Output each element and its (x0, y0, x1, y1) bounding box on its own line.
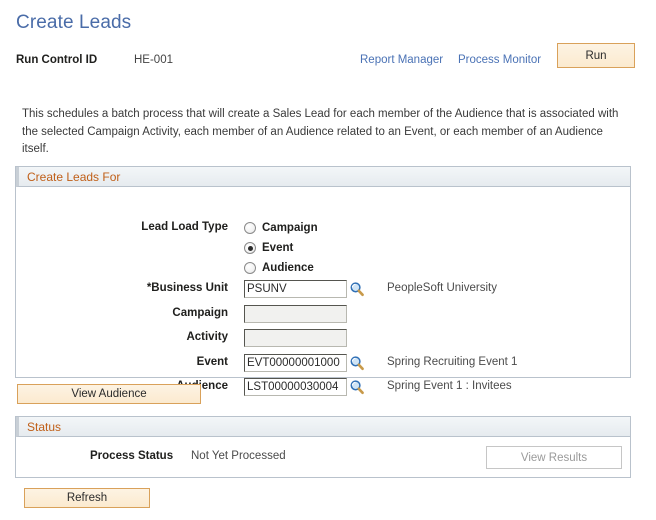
field-label-business-unit: *Business Unit (146, 282, 228, 294)
create-leads-for-body: Lead Load Type Campaign Event Audience *Busi… (16, 187, 630, 396)
status-header: Status (16, 417, 630, 437)
page-title: Create Leads (16, 12, 132, 33)
status-header-label: Status (27, 419, 62, 434)
radio-event-label: Event (262, 242, 294, 254)
field-label-event: Event (196, 355, 228, 368)
input-campaign (244, 304, 347, 323)
create-leads-for-panel: Create Leads For Lead Load Type Campaign E… (15, 166, 631, 396)
input-event[interactable] (244, 353, 347, 372)
field-row-activity: Activity (16, 329, 630, 349)
create-leads-for-header-label: Create Leads For (27, 169, 121, 184)
lookup-icon-business-unit[interactable] (349, 281, 365, 297)
radio-campaign-label: Campaign (262, 222, 318, 234)
refresh-button[interactable]: Refresh (24, 488, 150, 508)
field-label-campaign: Campaign (172, 306, 228, 319)
field-label-wrap-campaign: Campaign (16, 305, 228, 325)
lookup-icon-audience[interactable] (349, 379, 365, 395)
radio-option-campaign[interactable]: Campaign (244, 219, 318, 237)
field-label-wrap-activity: Activity (16, 329, 228, 349)
run-control-row: Run Control ID HE-001 Report Manager Pro… (16, 52, 640, 72)
input-audience[interactable] (244, 378, 347, 396)
field-label-wrap-event: Event (16, 354, 228, 374)
radio-audience-label: Audience (262, 262, 314, 274)
intro-text: This schedules a batch process that will… (22, 108, 619, 155)
process-status-label: Process Status (90, 450, 174, 462)
process-monitor-link[interactable]: Process Monitor (458, 54, 541, 66)
radio-event-indicator[interactable] (244, 242, 256, 254)
field-label-wrap-business-unit: *Business Unit (16, 280, 228, 300)
lookup-icon-event[interactable] (349, 355, 365, 371)
run-control-id-value: HE-001 (134, 54, 173, 66)
create-leads-page: Create Leads Run Control ID HE-001 Repor… (0, 0, 656, 520)
field-description-event: Spring Recruiting Event 1 (387, 355, 518, 368)
input-activity (244, 329, 347, 347)
view-results-button[interactable]: View Results (486, 446, 622, 469)
run-control-id-label: Run Control ID (16, 54, 98, 66)
field-label-activity: Activity (186, 331, 228, 343)
field-row-event: Event Spring Recruiting Event 1 (16, 353, 630, 374)
field-row-business-unit: *Business Unit PeopleSoft University (16, 280, 630, 300)
lead-load-type-label: Lead Load Type (141, 221, 228, 233)
lead-load-type-label-wrap: Lead Load Type (16, 219, 228, 239)
field-description-audience: Spring Event 1 : Invitees (387, 380, 512, 392)
report-manager-link[interactable]: Report Manager (360, 54, 443, 66)
field-description-business-unit: PeopleSoft University (387, 282, 497, 294)
field-row-campaign: Campaign (16, 304, 630, 325)
run-button[interactable]: Run (557, 43, 635, 68)
radio-audience-indicator[interactable] (244, 262, 256, 274)
create-leads-for-header: Create Leads For (16, 167, 630, 187)
input-business-unit[interactable] (244, 280, 347, 298)
radio-option-audience[interactable]: Audience (244, 259, 314, 277)
radio-campaign-indicator[interactable] (244, 222, 256, 234)
process-status-value: Not Yet Processed (191, 450, 286, 462)
view-audience-button[interactable]: View Audience (17, 384, 201, 404)
radio-option-event[interactable]: Event (244, 239, 293, 257)
